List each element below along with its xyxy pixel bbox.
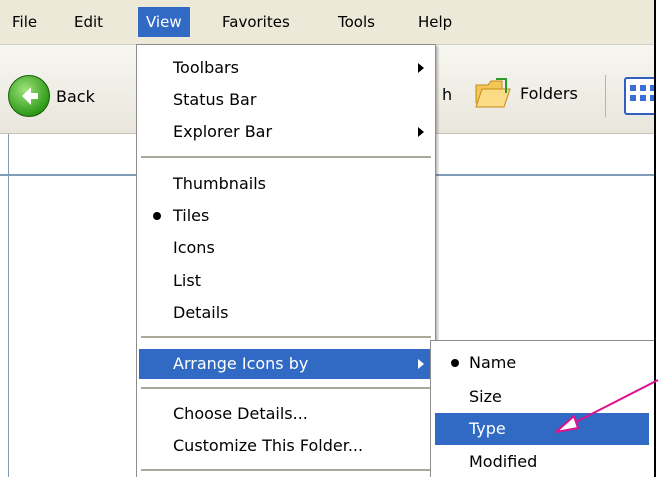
views-button[interactable]: [624, 77, 654, 115]
view-menu: Toolbars Status Bar Explorer Bar Thumbna…: [136, 44, 436, 477]
menu-edit[interactable]: Edit: [66, 7, 111, 37]
views-grid-icon: [630, 85, 636, 91]
menu-item-label: Thumbnails: [173, 174, 266, 193]
submenu-item-label: Name: [469, 353, 517, 372]
menu-item-label: Status Bar: [173, 90, 257, 109]
arrange-icons-submenu: Name Size Type Modified: [430, 340, 654, 477]
menu-item-toolbars[interactable]: Toolbars: [139, 53, 432, 83]
back-button-label: Back: [56, 86, 95, 106]
submenu-arrow-icon: [418, 63, 424, 73]
menu-item-label: Customize This Folder...: [173, 436, 364, 455]
menu-item-label: List: [173, 271, 201, 290]
explorer-window: File Edit View Favorites Tools Help Back…: [0, 0, 656, 477]
menu-item-label: Details: [173, 303, 229, 322]
menu-view[interactable]: View: [138, 7, 190, 37]
menu-item-tiles[interactable]: Tiles: [139, 201, 432, 231]
selected-bullet-icon: [451, 359, 459, 367]
menu-item-customize-folder[interactable]: Customize This Folder...: [139, 431, 432, 461]
menu-item-list[interactable]: List: [139, 266, 432, 296]
folders-button-label: Folders: [520, 83, 578, 103]
submenu-item-label: Size: [469, 387, 502, 406]
menu-item-arrange-icons-by[interactable]: Arrange Icons by: [139, 349, 432, 379]
submenu-item-name[interactable]: Name: [435, 347, 649, 379]
menu-item-thumbnails[interactable]: Thumbnails: [139, 169, 432, 199]
menu-item-status-bar[interactable]: Status Bar: [139, 85, 432, 115]
submenu-item-modified[interactable]: Modified: [435, 446, 649, 477]
views-grid-icon: [640, 85, 646, 91]
selected-bullet-icon: [153, 212, 161, 220]
submenu-arrow-icon: [418, 127, 424, 137]
submenu-item-size[interactable]: Size: [435, 381, 649, 413]
menu-item-label: Explorer Bar: [173, 122, 273, 141]
search-button-label-partial[interactable]: h: [442, 75, 452, 115]
views-grid-icon: [650, 85, 654, 91]
back-button[interactable]: Back: [8, 75, 95, 117]
menu-help[interactable]: Help: [410, 7, 460, 37]
submenu-arrow-icon: [418, 359, 424, 369]
menu-item-label: Tiles: [173, 206, 210, 225]
menu-item-choose-details[interactable]: Choose Details...: [139, 399, 432, 429]
menu-separator: [141, 387, 431, 389]
menu-item-label: Arrange Icons by: [173, 354, 309, 373]
menu-favorites[interactable]: Favorites: [214, 7, 298, 37]
toolbar-separator: [605, 75, 606, 117]
menu-item-icons[interactable]: Icons: [139, 233, 432, 263]
menu-item-label: Choose Details...: [173, 404, 308, 423]
submenu-item-label: Type: [469, 419, 506, 438]
menu-file[interactable]: File: [4, 7, 45, 37]
views-grid-icon: [640, 95, 646, 101]
folders-button[interactable]: Folders: [472, 73, 578, 113]
views-grid-icon: [630, 95, 636, 101]
back-arrow-icon: [8, 75, 50, 117]
menu-bar: File Edit View Favorites Tools Help: [0, 0, 654, 45]
menu-separator: [141, 469, 431, 471]
folders-icon: [475, 78, 511, 108]
menu-item-explorer-bar[interactable]: Explorer Bar: [139, 117, 432, 147]
submenu-item-label: Modified: [469, 452, 538, 471]
menu-item-label: Toolbars: [173, 58, 239, 77]
menu-tools[interactable]: Tools: [330, 7, 383, 37]
menu-separator: [141, 156, 431, 158]
menu-item-label: Icons: [173, 238, 215, 257]
menu-separator: [141, 336, 431, 338]
submenu-item-type[interactable]: Type: [435, 413, 649, 445]
views-grid-icon: [650, 95, 654, 101]
menu-item-details[interactable]: Details: [139, 298, 432, 328]
content-pane-border: [8, 134, 9, 477]
